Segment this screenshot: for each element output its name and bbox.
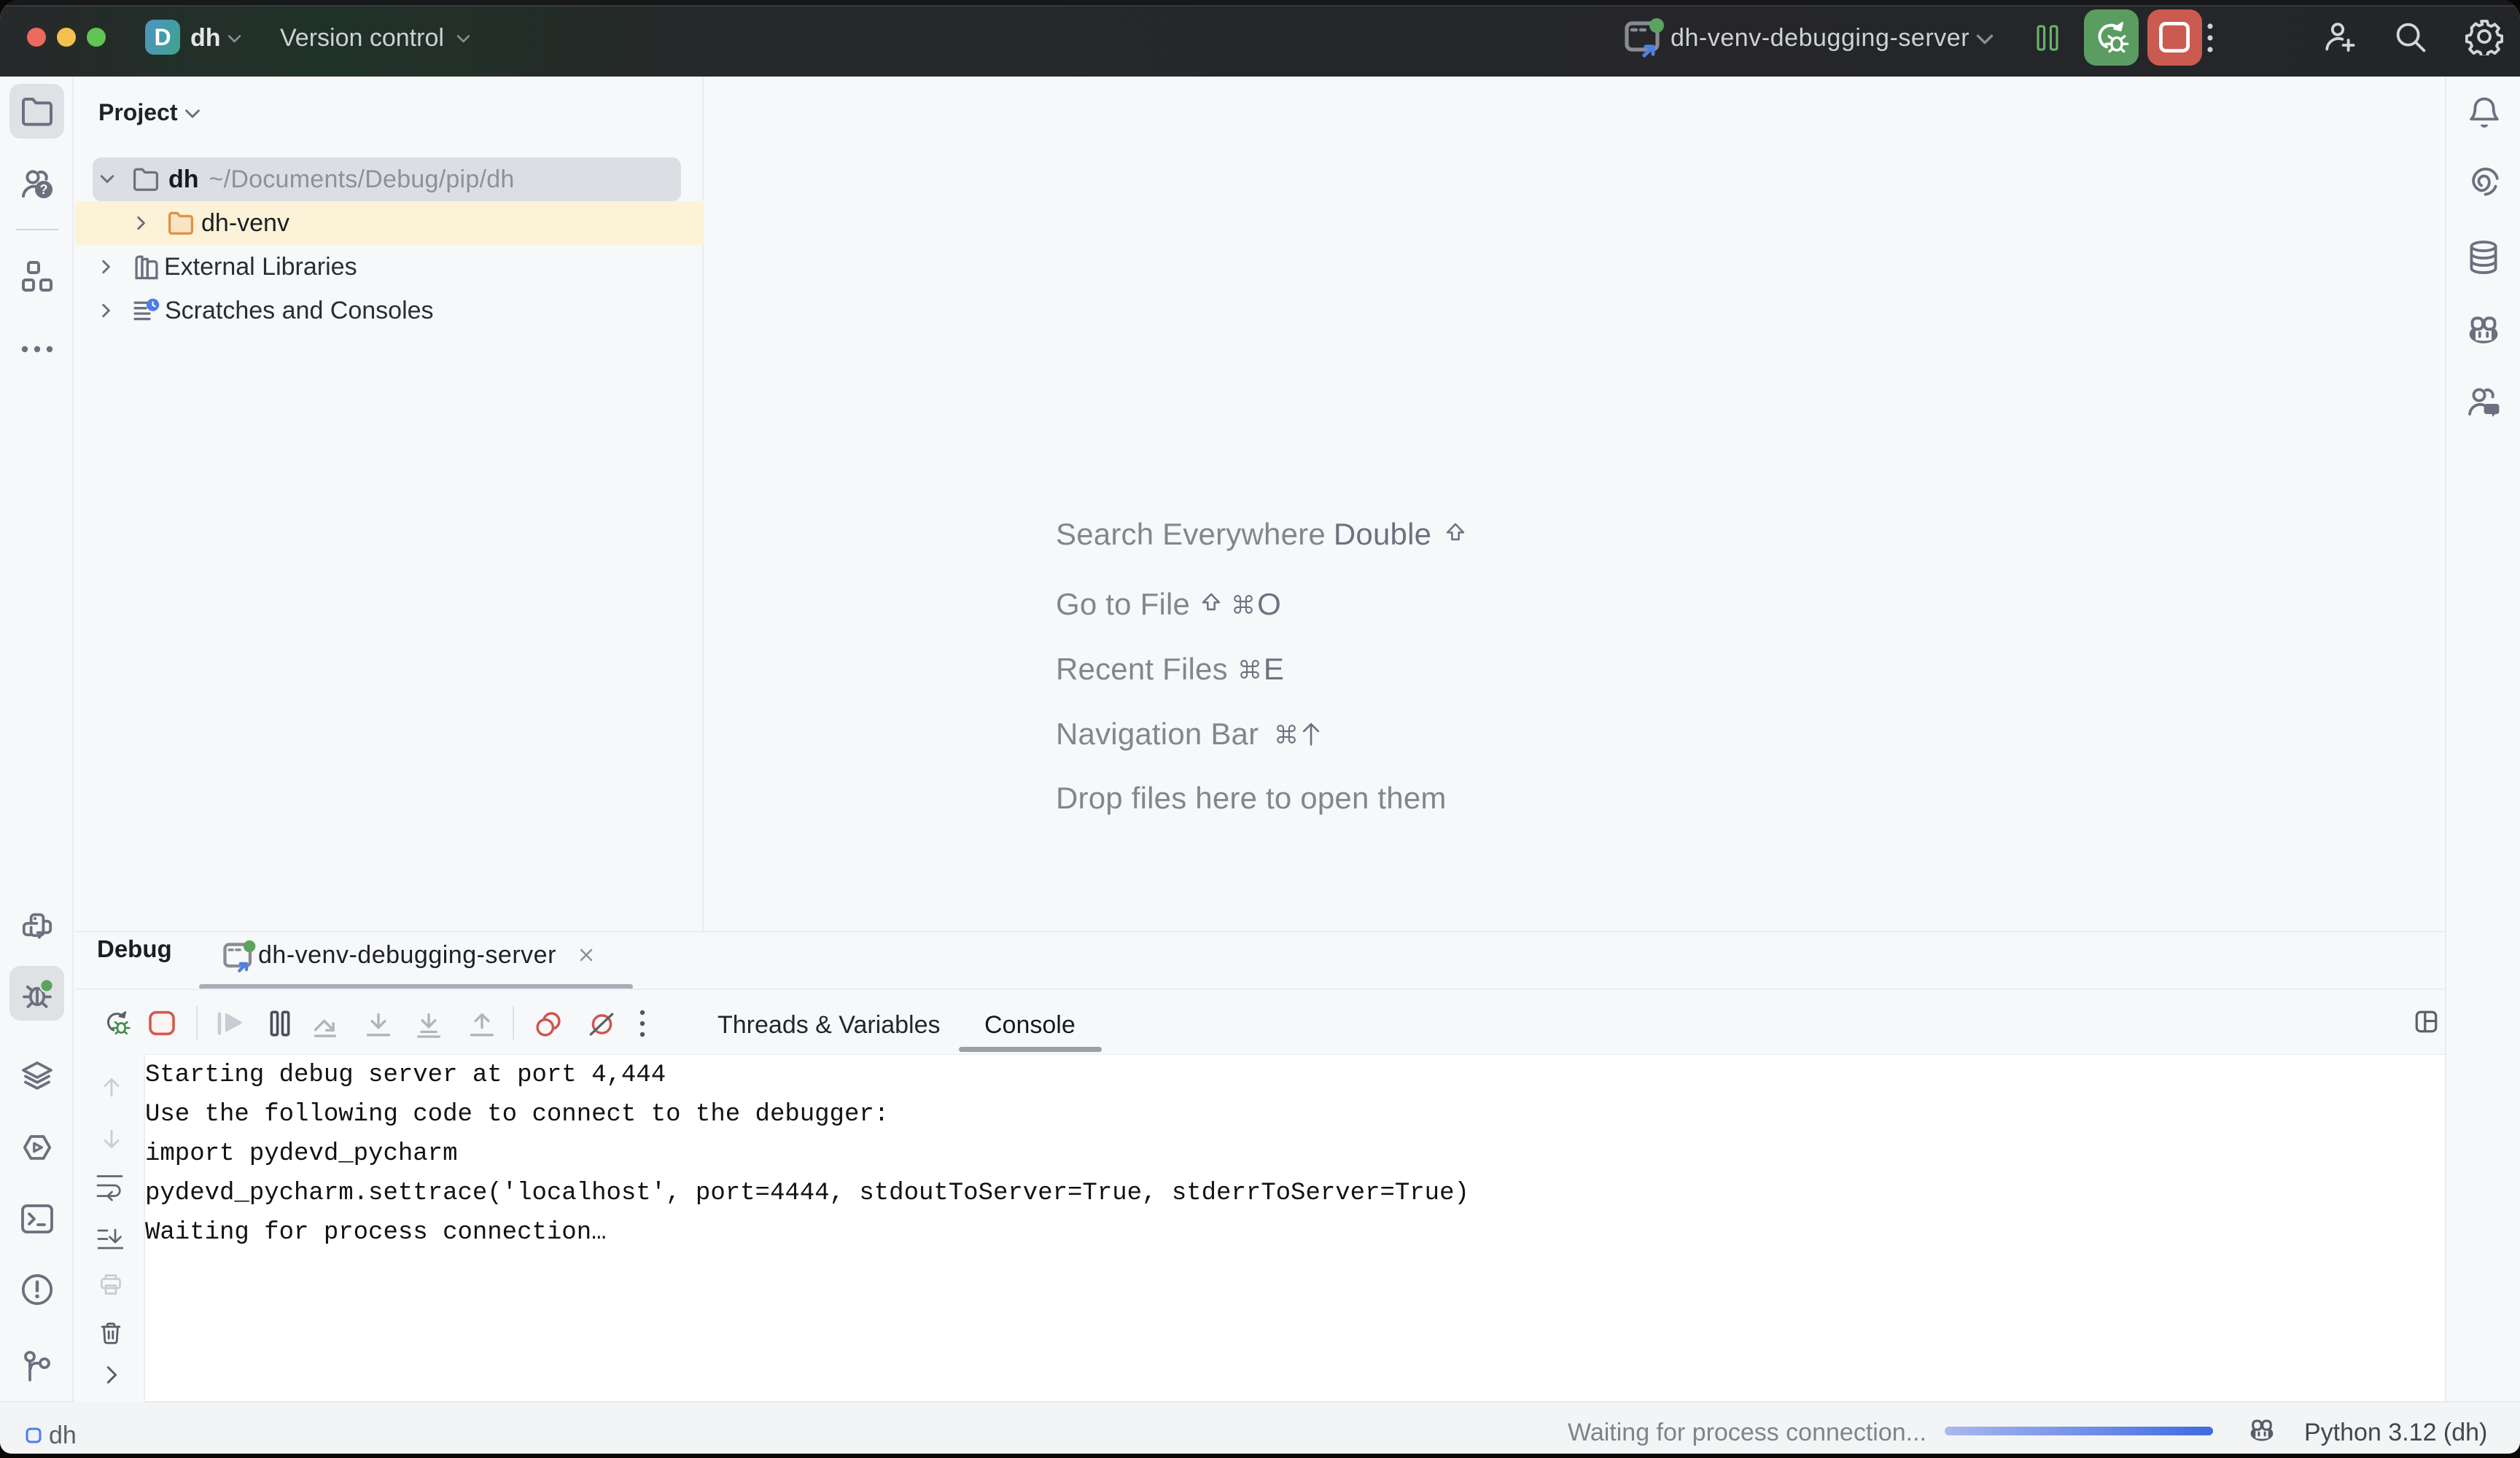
svg-text:?: ? [40, 182, 48, 197]
